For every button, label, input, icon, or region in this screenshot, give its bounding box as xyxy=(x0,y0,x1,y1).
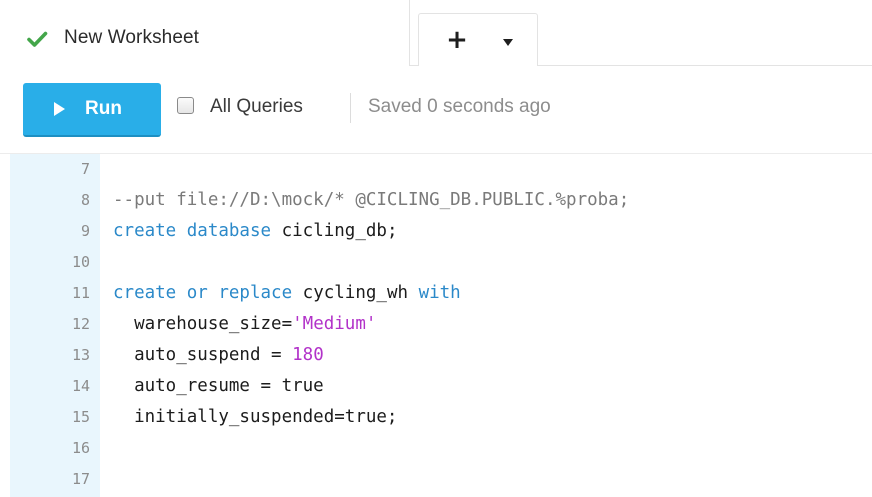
worksheet-window: New Worksheet + Run All Queries Saved 0 … xyxy=(0,0,872,497)
line-number: 8 xyxy=(80,191,90,209)
tab-new-worksheet[interactable]: New Worksheet xyxy=(0,0,410,66)
code-token: cycling_wh xyxy=(292,283,419,303)
code-token: 180 xyxy=(292,345,324,365)
code-text: create database cicling_db; xyxy=(113,216,397,247)
code-text: create or replace cycling_wh with xyxy=(113,278,461,309)
line-number: 17 xyxy=(71,470,90,488)
code-line[interactable]: 10 xyxy=(0,247,872,278)
code-line[interactable]: 12 warehouse_size='Medium' xyxy=(0,309,872,340)
code-line[interactable]: 15 initially_suspended=true; xyxy=(0,402,872,433)
line-number: 15 xyxy=(71,408,90,426)
code-text: auto_suspend = 180 xyxy=(113,340,324,371)
line-number: 12 xyxy=(71,315,90,333)
code-token: create or replace xyxy=(113,283,293,303)
play-icon xyxy=(54,102,65,116)
checkmark-icon xyxy=(26,28,48,50)
code-line[interactable]: 13 auto_suspend = 180 xyxy=(0,340,872,371)
code-line[interactable]: 7 xyxy=(0,154,872,185)
code-text: initially_suspended=true; xyxy=(113,402,397,433)
all-queries-checkbox[interactable] xyxy=(177,97,194,114)
code-line[interactable]: 17 xyxy=(0,464,872,495)
code-token: cicling_db; xyxy=(271,221,398,241)
toolbar-divider xyxy=(350,93,351,123)
code-text: auto_resume = true xyxy=(113,371,324,402)
tab-title: New Worksheet xyxy=(64,27,200,48)
code-token: with xyxy=(418,283,461,303)
saved-status: Saved 0 seconds ago xyxy=(368,96,551,117)
all-queries-label[interactable]: All Queries xyxy=(210,96,303,118)
code-token: auto_suspend = xyxy=(113,345,293,365)
line-number: 10 xyxy=(71,253,90,271)
code-token: --put file://D:\mock/* @CICLING_DB.PUBLI… xyxy=(113,190,630,210)
code-line[interactable]: 8 --put file://D:\mock/* @CICLING_DB.PUBL… xyxy=(0,185,872,216)
line-number: 9 xyxy=(80,222,90,240)
sql-editor[interactable]: 7 8 --put file://D:\mock/* @CICLING_DB.PUB… xyxy=(0,154,872,497)
code-line[interactable]: 16 xyxy=(0,433,872,464)
line-number: 14 xyxy=(71,377,90,395)
code-line[interactable]: 9 create database cicling_db; xyxy=(0,216,872,247)
run-button-label: Run xyxy=(85,98,122,119)
caret-down-icon[interactable] xyxy=(503,39,513,46)
code-line[interactable]: 14 auto_resume = true xyxy=(0,371,872,402)
code-text: warehouse_size='Medium' xyxy=(113,309,376,340)
code-token: initially_suspended=true; xyxy=(113,407,398,427)
line-number: 11 xyxy=(71,284,90,302)
line-number: 13 xyxy=(71,346,90,364)
tab-tools: + xyxy=(418,13,538,66)
line-number: 7 xyxy=(80,160,90,178)
code-line[interactable]: 11 create or replace cycling_wh with xyxy=(0,278,872,309)
add-tab-button[interactable]: + xyxy=(443,26,471,54)
code-token: create database xyxy=(113,221,272,241)
code-token: 'Medium' xyxy=(292,314,377,334)
tab-bar: New Worksheet + xyxy=(0,0,872,66)
code-token: auto_resume = true xyxy=(113,376,324,396)
code-token: warehouse_size= xyxy=(113,314,293,334)
toolbar: Run All Queries Saved 0 seconds ago xyxy=(0,66,872,154)
line-number: 16 xyxy=(71,439,90,457)
run-button[interactable]: Run xyxy=(23,83,161,137)
code-text: --put file://D:\mock/* @CICLING_DB.PUBLI… xyxy=(113,185,629,216)
